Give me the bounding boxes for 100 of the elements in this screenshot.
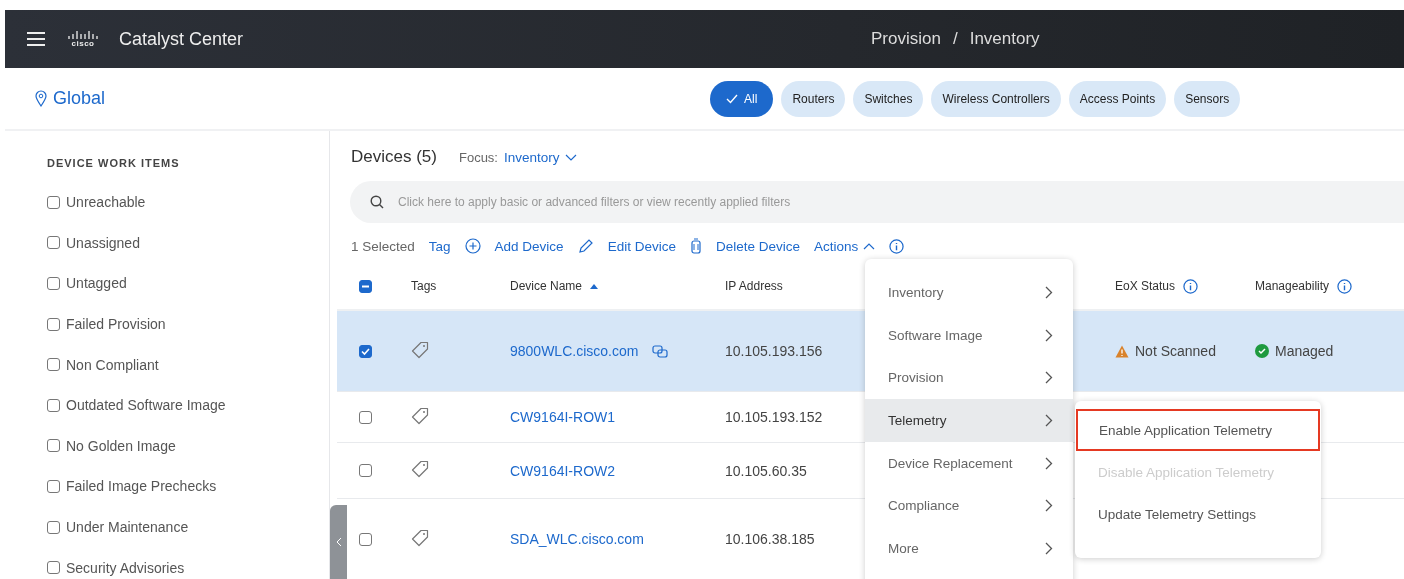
column-header[interactable]: EoX Status bbox=[1115, 278, 1199, 294]
tag-icon[interactable] bbox=[411, 460, 429, 478]
filter-chip[interactable]: Access Points bbox=[1068, 80, 1167, 117]
submenu-item[interactable]: Update Telemetry Settings bbox=[1075, 493, 1321, 535]
filter-label[interactable]: Unassigned bbox=[66, 234, 140, 251]
filter-label[interactable]: Outdated Software Image bbox=[66, 397, 226, 414]
filter-checkbox[interactable] bbox=[47, 358, 60, 372]
device-name-link[interactable]: CW9164I-ROW2 bbox=[510, 462, 616, 479]
chevron-right-icon bbox=[1045, 285, 1053, 299]
chevron-up-icon bbox=[863, 242, 876, 250]
chevron-right-icon bbox=[1045, 456, 1053, 470]
manageability-status: Managed bbox=[1275, 343, 1334, 359]
filter-checkbox[interactable] bbox=[47, 561, 60, 575]
menu-item[interactable]: Provision bbox=[865, 356, 1073, 400]
row-checkbox[interactable] bbox=[359, 344, 372, 358]
info-icon[interactable] bbox=[889, 238, 905, 254]
submenu-item[interactable]: Enable Application Telemetry bbox=[1076, 409, 1320, 451]
collapse-handle[interactable] bbox=[330, 505, 347, 579]
row-checkbox[interactable] bbox=[359, 410, 372, 424]
breadcrumb-separator: / bbox=[952, 29, 958, 49]
filter-checkbox[interactable] bbox=[47, 277, 60, 290]
menu-item[interactable]: Compliance bbox=[865, 484, 1073, 528]
filter-checkbox[interactable] bbox=[47, 398, 60, 412]
filter-label[interactable]: Failed Image Prechecks bbox=[66, 478, 217, 495]
tag-icon[interactable] bbox=[411, 406, 429, 425]
check-circle-icon bbox=[1255, 344, 1269, 358]
filter-chip[interactable]: Routers bbox=[781, 80, 846, 117]
copy-icon[interactable] bbox=[652, 344, 669, 358]
column-header[interactable]: Manageability bbox=[1255, 278, 1353, 294]
filter-checkbox[interactable] bbox=[47, 479, 60, 493]
device-name-link[interactable]: SDA_WLC.cisco.com bbox=[510, 531, 644, 547]
row-checkbox[interactable] bbox=[359, 532, 372, 546]
tag-icon[interactable] bbox=[411, 528, 429, 547]
filter-checkbox[interactable] bbox=[47, 317, 60, 331]
add-icon bbox=[464, 238, 481, 254]
ip-address: 10.106.38.185 bbox=[725, 531, 816, 547]
menu-item[interactable]: Inventory bbox=[865, 271, 1073, 314]
chevron-right-icon bbox=[1045, 371, 1053, 385]
device-name-link[interactable]: CW9164I-ROW1 bbox=[510, 409, 616, 425]
ip-address: 10.105.60.35 bbox=[725, 462, 808, 479]
check-icon bbox=[726, 93, 739, 104]
filter-label[interactable]: Under Maintenance bbox=[66, 519, 189, 536]
warning-icon bbox=[1115, 344, 1129, 358]
filter-chip[interactable]: Switches bbox=[853, 80, 924, 117]
focus-label: Focus: bbox=[458, 150, 498, 165]
menu-icon[interactable] bbox=[27, 32, 45, 46]
filter-chip[interactable]: All bbox=[710, 80, 774, 117]
info-icon[interactable] bbox=[1183, 278, 1199, 294]
filter-checkbox[interactable] bbox=[47, 236, 60, 250]
app-title: Catalyst Center bbox=[119, 28, 244, 50]
chevron-down-icon bbox=[564, 154, 577, 161]
column-header[interactable]: Tags bbox=[411, 279, 437, 293]
search-icon bbox=[370, 195, 384, 209]
chevron-left-icon bbox=[335, 537, 342, 547]
filter-label[interactable]: Untagged bbox=[66, 275, 127, 292]
menu-item[interactable]: Software Image bbox=[865, 313, 1073, 357]
check-icon bbox=[361, 346, 370, 356]
search-field[interactable]: Click here to apply basic or advanced filters or view recently applied filters bbox=[350, 181, 1404, 223]
toolbar-link[interactable]: Add Device bbox=[494, 238, 564, 254]
menu-item[interactable]: More bbox=[865, 527, 1073, 570]
eox-status: Not Scanned bbox=[1135, 343, 1216, 359]
location-link[interactable]: Global bbox=[53, 88, 106, 109]
devices-title: Devices (5) bbox=[351, 147, 437, 167]
column-header[interactable]: IP Address bbox=[725, 279, 783, 293]
tag-icon[interactable] bbox=[411, 340, 429, 359]
device-name-link[interactable]: 9800WLC.cisco.com bbox=[510, 343, 639, 359]
filter-label[interactable]: Failed Provision bbox=[66, 316, 166, 333]
pencil-icon bbox=[577, 238, 594, 254]
trash-icon bbox=[689, 238, 702, 254]
toolbar-link[interactable]: Tag bbox=[428, 238, 451, 254]
actions-dropdown[interactable]: Actions bbox=[813, 238, 876, 254]
location-pin-icon bbox=[35, 90, 47, 107]
menu-item[interactable]: Telemetry bbox=[865, 399, 1073, 442]
filter-checkbox[interactable] bbox=[47, 520, 60, 534]
filter-chip[interactable]: Wireless Controllers bbox=[931, 80, 1061, 117]
toolbar-link[interactable]: Delete Device bbox=[715, 238, 800, 254]
sort-ascending-icon bbox=[590, 283, 599, 289]
filter-label[interactable]: Non Compliant bbox=[66, 356, 159, 373]
filter-chip[interactable]: Sensors bbox=[1174, 80, 1241, 117]
breadcrumb-item[interactable]: Inventory bbox=[969, 29, 1040, 49]
cisco-logo: cisco bbox=[67, 30, 99, 48]
filter-label[interactable]: Unreachable bbox=[66, 194, 146, 211]
row-checkbox[interactable] bbox=[359, 464, 372, 477]
filter-checkbox[interactable] bbox=[47, 195, 60, 209]
select-all-checkbox[interactable] bbox=[359, 279, 372, 293]
focus-dropdown[interactable]: Inventory bbox=[504, 150, 577, 165]
breadcrumb-item[interactable]: Provision bbox=[871, 29, 941, 49]
info-icon[interactable] bbox=[1337, 278, 1353, 294]
filter-label[interactable]: No Golden Image bbox=[66, 437, 176, 454]
column-header[interactable]: Device Name bbox=[510, 279, 599, 293]
sidebar-heading: DEVICE WORK ITEMS bbox=[47, 157, 181, 169]
toolbar-link[interactable]: Edit Device bbox=[607, 238, 676, 254]
ip-address: 10.105.193.156 bbox=[725, 343, 824, 359]
selected-count: 1 Selected bbox=[351, 238, 415, 254]
filter-checkbox[interactable] bbox=[47, 439, 60, 453]
chevron-right-icon bbox=[1045, 499, 1053, 513]
chevron-right-icon bbox=[1045, 413, 1053, 427]
ip-address: 10.105.193.152 bbox=[725, 409, 824, 425]
filter-label[interactable]: Security Advisories bbox=[66, 559, 185, 576]
menu-item[interactable]: Device Replacement bbox=[865, 441, 1073, 485]
